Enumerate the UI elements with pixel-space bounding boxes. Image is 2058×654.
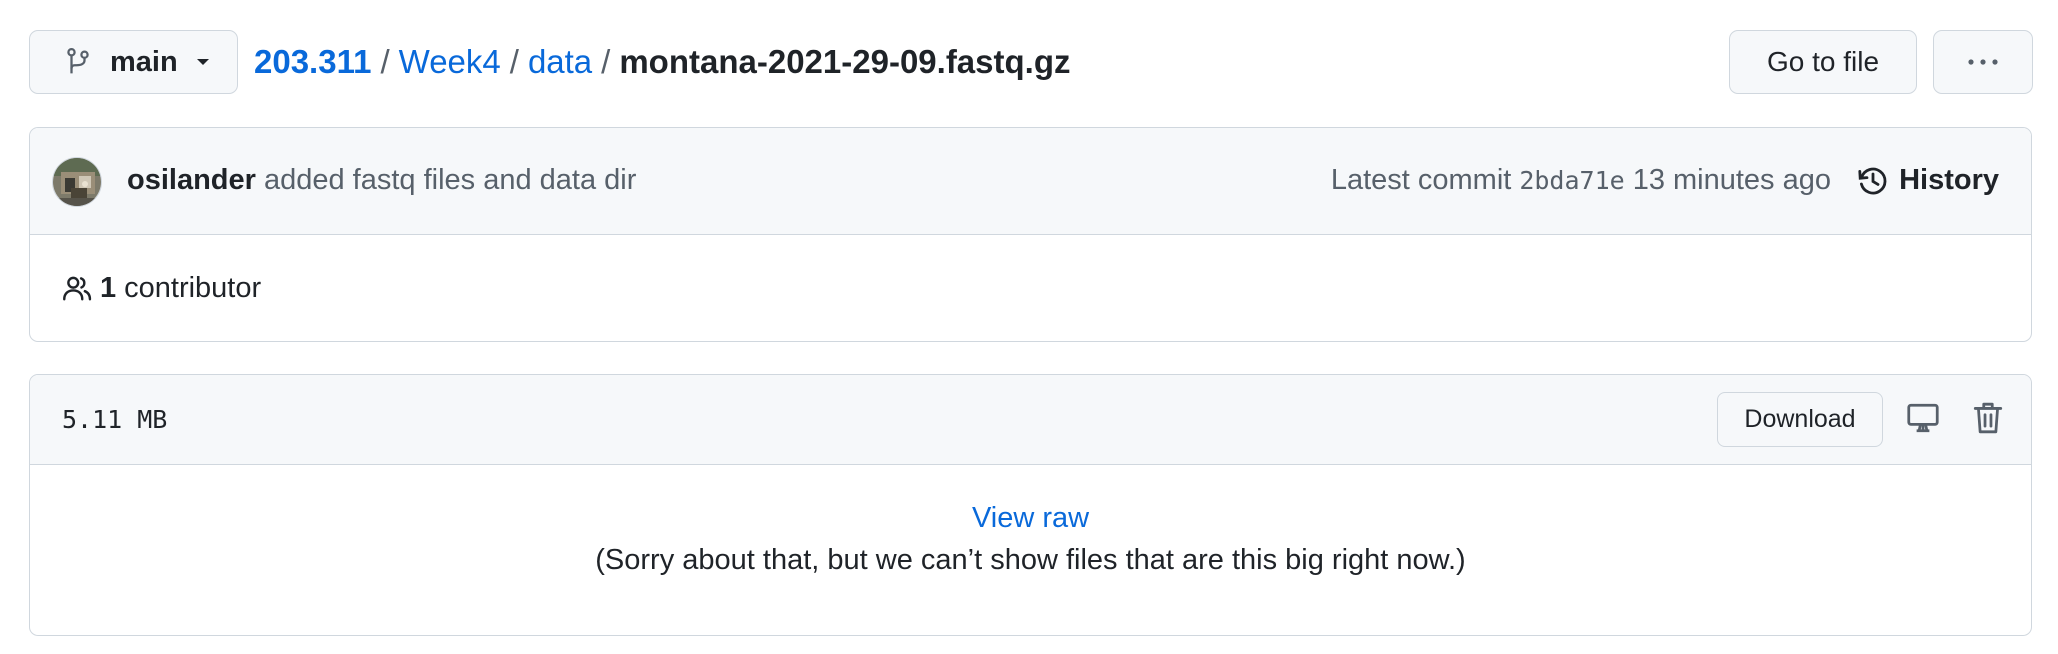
contributor-count: 1 [100, 271, 117, 304]
kebab-horizontal-icon [1966, 53, 2000, 71]
commit-time: 13 minutes ago [1632, 164, 1831, 196]
history-label: History [1899, 164, 1999, 196]
contributor-label: contributor [124, 271, 262, 304]
breadcrumb-repo-link[interactable]: 203.311 [254, 43, 371, 81]
file-viewer-box: 5.11 MB Download View raw (Sorry about t… [29, 374, 2032, 636]
commit-meta: Latest commit 2bda71e 13 minutes ago [1331, 128, 1831, 233]
file-too-large-message: (Sorry about that, but we can’t show fil… [595, 544, 1466, 576]
file-size: 5.11 MB [62, 404, 168, 434]
go-to-file-button[interactable]: Go to file [1729, 30, 1917, 94]
breadcrumb-week4-link[interactable]: Week4 [399, 43, 501, 81]
history-icon [1857, 165, 1889, 197]
commit-summary: osilander added fastq files and data dir [127, 128, 636, 233]
more-options-button[interactable] [1933, 30, 2033, 94]
commit-author-link[interactable]: osilander [127, 164, 256, 197]
branch-name: main [110, 45, 178, 78]
breadcrumb-data-link[interactable]: data [528, 43, 592, 81]
breadcrumb: 203.311 / Week4 / data / montana-2021-29… [254, 30, 1070, 94]
history-button[interactable]: History [1857, 128, 1999, 233]
trash-icon [1973, 401, 2003, 440]
delete-file-button[interactable] [1970, 402, 2006, 438]
file-navigation-bar: main 203.311 / Week4 / data / montana-20… [29, 30, 2033, 94]
commit-sha-link[interactable]: 2bda71e [1519, 166, 1624, 195]
git-branch-icon [65, 47, 91, 77]
breadcrumb-separator: / [509, 43, 519, 80]
caret-down-icon [194, 53, 212, 71]
latest-commit-label: Latest commit [1330, 164, 1512, 196]
view-raw-link[interactable]: View raw [972, 498, 1089, 538]
breadcrumb-separator: / [380, 43, 390, 80]
file-body: View raw (Sorry about that, but we can’t… [30, 465, 2031, 580]
contributors-row[interactable]: 1 contributor [30, 235, 2031, 341]
commit-message-link[interactable]: added fastq files and data dir [264, 164, 636, 197]
breadcrumb-separator: / [601, 43, 611, 80]
branch-selector-button[interactable]: main [29, 30, 238, 94]
avatar[interactable] [52, 157, 102, 207]
download-button[interactable]: Download [1717, 392, 1883, 447]
file-header: 5.11 MB Download [30, 375, 2031, 465]
people-icon [62, 273, 92, 303]
latest-commit-box: osilander added fastq files and data dir… [29, 127, 2032, 342]
open-in-desktop-button[interactable] [1905, 402, 1941, 438]
breadcrumb-current-file: montana-2021-29-09.fastq.gz [619, 43, 1071, 80]
commit-header: osilander added fastq files and data dir… [30, 128, 2031, 235]
desktop-icon [1906, 401, 1940, 440]
